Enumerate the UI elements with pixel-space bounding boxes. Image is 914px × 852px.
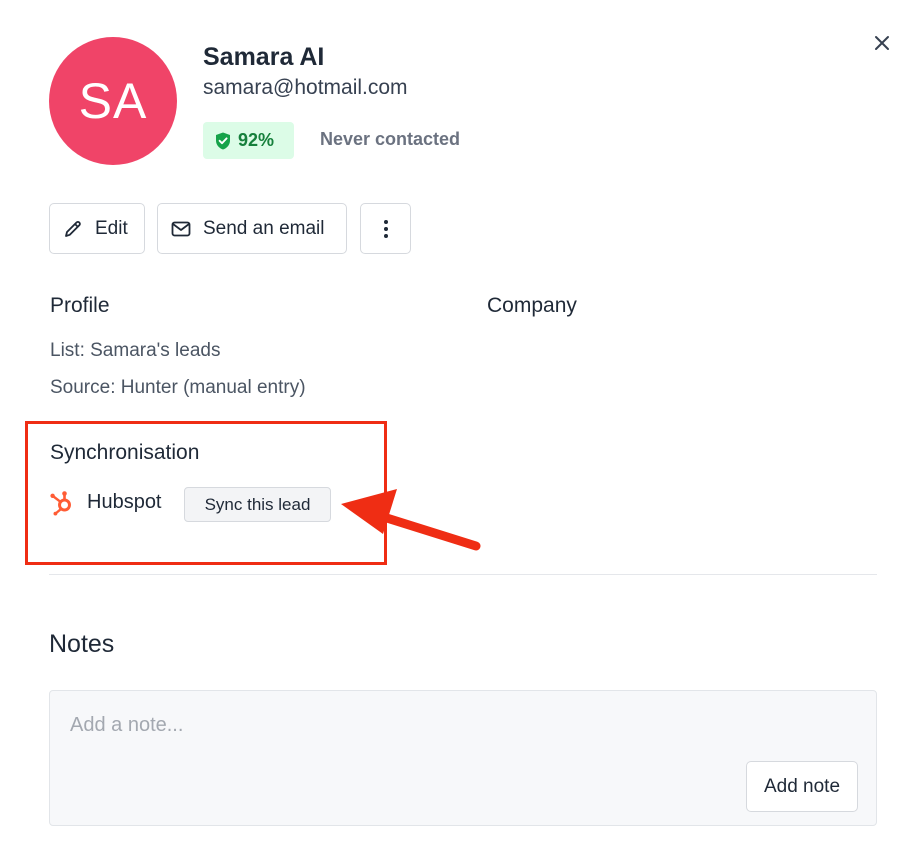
more-vertical-icon <box>383 219 388 238</box>
shield-check-icon <box>216 132 230 149</box>
red-arrow-annotation <box>341 489 481 551</box>
company-heading: Company <box>487 294 577 317</box>
add-note-button-label: Add note <box>763 775 841 797</box>
notes-container: Add note <box>49 690 877 826</box>
notes-heading: Notes <box>49 630 115 658</box>
contact-email: samara@hotmail.com <box>203 76 408 99</box>
more-actions-button[interactable] <box>360 203 411 254</box>
edit-button[interactable]: Edit <box>49 203 145 254</box>
profile-heading: Profile <box>50 294 110 317</box>
send-email-button-label: Send an email <box>203 217 325 239</box>
section-divider <box>49 574 877 575</box>
send-email-button[interactable]: Send an email <box>157 203 347 254</box>
avatar: SA <box>49 37 177 165</box>
confidence-score: 92% <box>238 130 275 150</box>
add-note-button[interactable]: Add note <box>746 761 858 812</box>
pencil-icon <box>65 220 81 237</box>
avatar-initials: SA <box>78 73 148 129</box>
contact-detail-panel: SA Samara AI samara@hotmail.com 92% Neve… <box>0 0 914 852</box>
edit-button-label: Edit <box>95 217 128 239</box>
envelope-icon <box>171 221 191 236</box>
close-icon <box>875 36 889 50</box>
confidence-score-badge: 92% <box>203 122 294 159</box>
close-button[interactable] <box>868 29 896 57</box>
contact-status: Never contacted <box>320 129 461 149</box>
profile-list: List: Samara's leads <box>50 340 221 361</box>
contact-name: Samara AI <box>203 43 325 71</box>
profile-source: Source: Hunter (manual entry) <box>50 377 306 398</box>
note-input[interactable] <box>70 709 710 741</box>
